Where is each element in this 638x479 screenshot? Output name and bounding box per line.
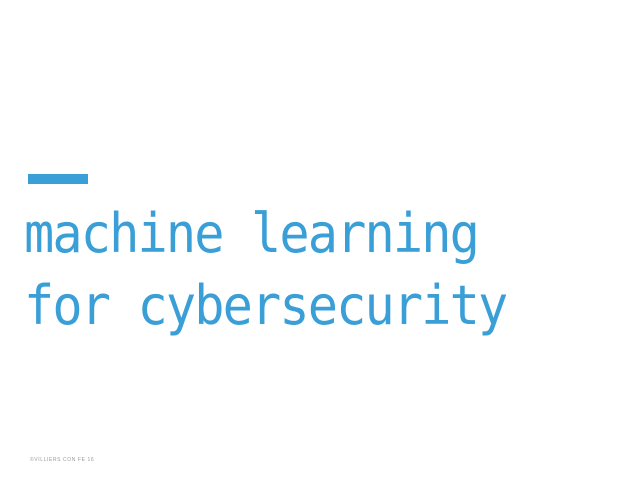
- accent-bar: [28, 174, 88, 184]
- footer-copyright: ©VILLIERS CON FE 16: [30, 457, 95, 463]
- slide: machine learning for cybersecurity ©VILL…: [0, 0, 638, 479]
- title-line-2: for cybersecurity: [24, 274, 508, 337]
- slide-title: machine learning for cybersecurity: [24, 198, 508, 342]
- title-line-1: machine learning: [24, 202, 480, 265]
